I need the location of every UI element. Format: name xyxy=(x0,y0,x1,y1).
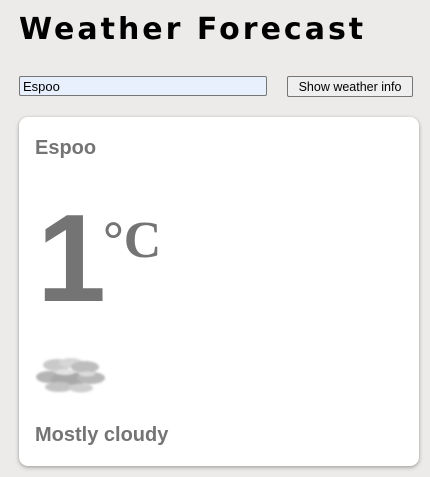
temperature-unit: °C xyxy=(103,212,162,269)
page-title: Weather Forecast xyxy=(19,12,367,47)
temperature-value: 1 xyxy=(37,190,106,328)
search-row: Show weather info xyxy=(19,76,413,98)
show-weather-button[interactable]: Show weather info xyxy=(287,76,413,97)
card-city-name: Espoo xyxy=(35,137,97,159)
weather-condition: Mostly cloudy xyxy=(35,424,169,446)
city-input[interactable] xyxy=(19,76,267,96)
weather-card: Espoo 1 °C Mostly cloudy xyxy=(19,117,419,466)
weather-page: Weather Forecast Show weather info Espoo… xyxy=(0,0,430,477)
cloud-icon xyxy=(36,358,105,393)
